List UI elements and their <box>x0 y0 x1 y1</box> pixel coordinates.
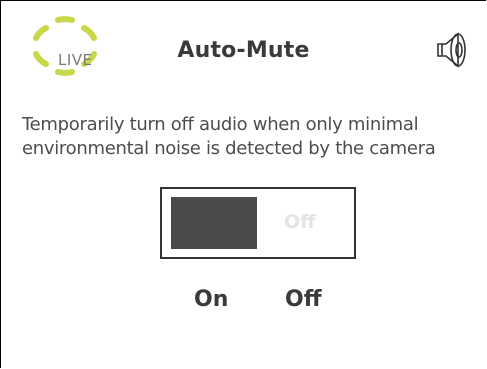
description-line-2: environmental noise is detected by the c… <box>22 138 436 159</box>
description: Temporarily turn off audio when only min… <box>22 113 487 161</box>
on-label: On <box>194 287 229 312</box>
off-label: Off <box>285 287 322 312</box>
toggle-thumb[interactable] <box>171 197 257 249</box>
description-line-1: Temporarily turn off audio when only min… <box>22 114 419 135</box>
page-title: Auto-Mute <box>177 38 310 63</box>
speaker-icon[interactable] <box>432 30 474 70</box>
toggle-inner-off-label: Off <box>284 211 316 233</box>
auto-mute-toggle[interactable]: Off <box>160 187 356 259</box>
